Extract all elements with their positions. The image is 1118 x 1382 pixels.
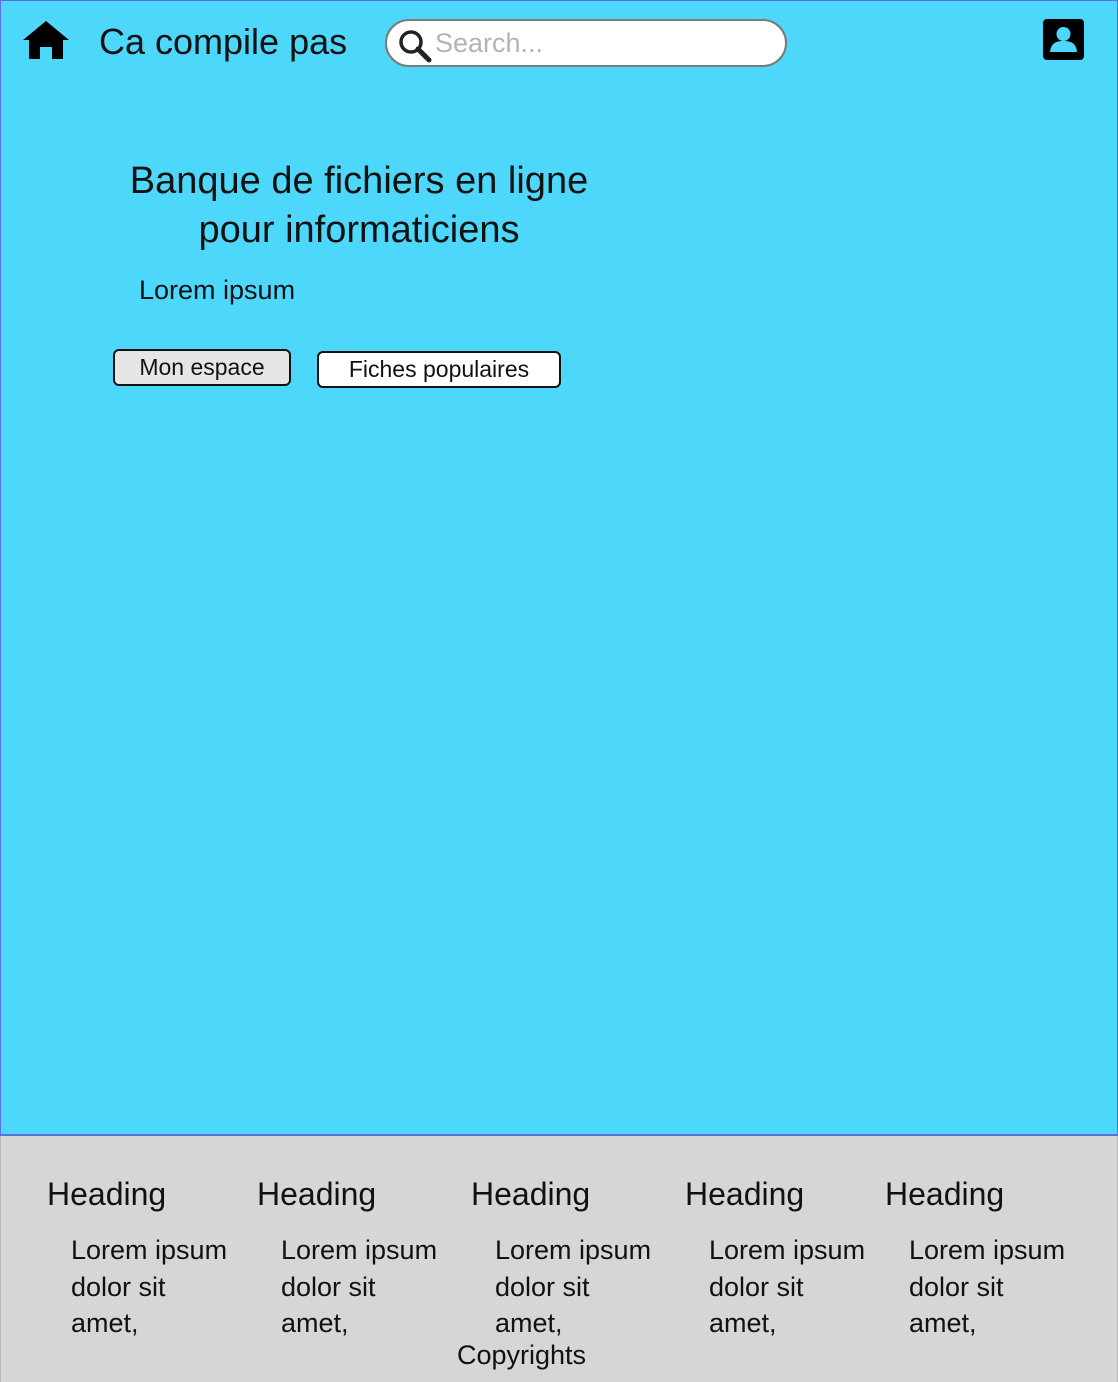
brand-title[interactable]: Ca compile pas [99, 21, 347, 63]
footer-text: Lorem ipsum dolor sit amet, [71, 1235, 228, 1338]
footer-heading: Heading [47, 1176, 167, 1212]
footer-heading: Heading [685, 1176, 805, 1212]
footer-text: Lorem ipsum dolor sit amet, [709, 1235, 866, 1338]
hero-subtitle: Lorem ipsum [139, 275, 296, 305]
footer: Heading Lorem ipsum dolor sit amet, Head… [0, 1136, 1118, 1382]
search-bar[interactable] [385, 19, 787, 67]
popular-sheets-button[interactable]: Fiches populaires [317, 351, 561, 388]
my-space-button[interactable]: Mon espace [113, 349, 291, 386]
search-input[interactable] [435, 25, 765, 61]
footer-heading: Heading [471, 1176, 591, 1212]
footer-text: Lorem ipsum dolor sit amet, [281, 1235, 438, 1338]
hero-title: Banque de fichiers en ligne pour informa… [129, 160, 589, 251]
footer-text: Lorem ipsum dolor sit amet, [495, 1235, 652, 1338]
footer-heading: Heading [257, 1176, 377, 1212]
home-icon[interactable] [21, 19, 71, 61]
search-icon [399, 30, 432, 63]
account-icon[interactable] [1043, 19, 1084, 60]
footer-heading: Heading [885, 1176, 1005, 1212]
copyright-text: Copyrights [457, 1340, 587, 1370]
main-section: Ca compile pas Banque de fichiers en lig… [0, 0, 1118, 1136]
footer-text: Lorem ipsum dolor sit amet, [909, 1235, 1066, 1338]
